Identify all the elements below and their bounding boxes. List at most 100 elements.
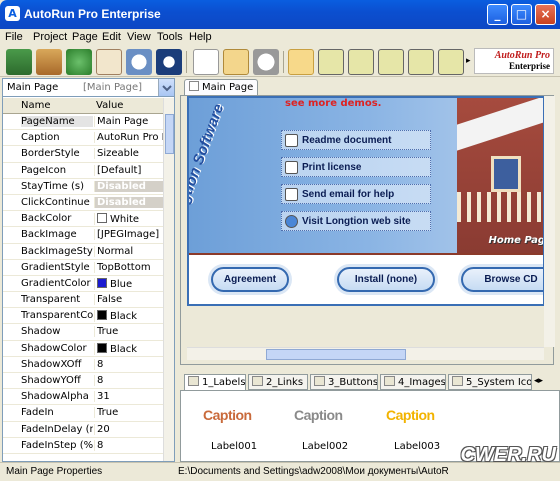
menu-view[interactable]: View — [127, 31, 151, 43]
tab-buttons[interactable]: 3_Buttons — [310, 374, 378, 390]
property-row[interactable]: BorderStyle Sizeable — [3, 146, 164, 163]
tab-system-icons[interactable]: 5_System Icor — [448, 374, 532, 390]
menu-file[interactable]: File — [5, 31, 23, 43]
open-project-icon[interactable] — [36, 49, 62, 75]
new-project-icon[interactable] — [6, 49, 32, 75]
close-button[interactable]: × — [535, 4, 556, 25]
link-readme[interactable]: Readme document — [281, 130, 431, 150]
property-value[interactable]: Sizeable — [94, 148, 164, 160]
label003-preview[interactable]: Caption — [386, 407, 435, 423]
property-row[interactable]: PageName Main Page — [3, 114, 164, 131]
brand-line1: AutoRun Pro — [494, 50, 550, 61]
copy-page-icon[interactable] — [223, 49, 249, 75]
build-icon[interactable] — [96, 49, 122, 75]
tab-links[interactable]: 2_Links — [248, 374, 308, 390]
property-row[interactable]: FadeInStep (%) 8 — [3, 438, 164, 454]
link-print-license[interactable]: Print license — [281, 157, 431, 177]
property-value[interactable]: False — [94, 294, 164, 306]
property-row[interactable]: ShadowXOff 8 — [3, 357, 164, 373]
property-row[interactable]: StayTime (s) Disabled — [3, 179, 164, 195]
new-page-icon[interactable] — [193, 49, 219, 75]
menu-project[interactable]: Project — [33, 31, 67, 43]
property-row[interactable]: Transparent False — [3, 292, 164, 309]
page-design-surface[interactable]: Longtion Software see more demos. Readme… — [187, 96, 545, 306]
app-icon[interactable]: A — [5, 6, 20, 21]
house-image[interactable] — [457, 98, 543, 253]
property-row[interactable]: ShadowAlpha (%) 31 — [3, 389, 164, 406]
property-row[interactable]: Shadow True — [3, 324, 164, 341]
canvas-vertical-scrollbar[interactable] — [544, 96, 555, 347]
canvas-horizontal-scrollbar[interactable] — [187, 347, 544, 360]
link-send-email[interactable]: Send email for help — [281, 184, 431, 204]
disc-icon[interactable] — [156, 49, 182, 75]
property-row[interactable]: ShadowYOff 8 — [3, 373, 164, 390]
maximize-button[interactable]: □ — [511, 4, 532, 25]
properties-scrollbar[interactable] — [163, 98, 174, 461]
property-name: ShadowYOff — [21, 375, 81, 386]
property-row[interactable]: GradientColor Blue — [3, 276, 164, 293]
tab-images[interactable]: 4_Images — [380, 374, 446, 390]
property-value[interactable]: White — [94, 213, 164, 226]
property-row[interactable]: FadeIn True — [3, 405, 164, 422]
agreement-button[interactable]: Agreement — [211, 267, 289, 292]
select-tool-icon[interactable] — [288, 49, 314, 75]
page-selector[interactable]: Main Page [Main Page] — [3, 79, 174, 97]
icon-tool-icon[interactable] — [438, 49, 464, 75]
property-value[interactable]: True — [94, 407, 164, 419]
property-row[interactable]: TransparentColor Black — [3, 308, 164, 325]
property-value[interactable]: 8 — [94, 358, 164, 370]
property-value[interactable]: True — [94, 326, 164, 338]
demos-link-text[interactable]: see more demos. — [285, 98, 381, 109]
property-row[interactable]: ShadowColor Black — [3, 341, 164, 357]
property-value[interactable]: Black — [94, 342, 164, 355]
scroll-thumb[interactable] — [165, 114, 174, 154]
property-value[interactable]: TopBottom — [94, 261, 164, 273]
property-row[interactable]: ClickContinue Disabled — [3, 195, 164, 212]
property-value[interactable]: Disabled — [94, 180, 164, 192]
search-icon[interactable] — [126, 49, 152, 75]
tab-scroll-arrows[interactable]: ◂▸ — [534, 376, 543, 386]
property-row[interactable]: BackColor White — [3, 211, 164, 228]
preview-page-icon[interactable] — [253, 49, 279, 75]
property-row[interactable]: FadeInDelay (ms) 20 — [3, 422, 164, 438]
browse-cd-button[interactable]: Browse CD — [461, 267, 543, 292]
property-value[interactable]: Normal — [94, 245, 164, 257]
label002-preview[interactable]: Caption — [294, 407, 343, 423]
property-row[interactable]: BackImage [JPEGImage] — [3, 227, 164, 244]
chevron-down-icon[interactable] — [158, 79, 174, 96]
image-tool-icon[interactable] — [408, 49, 434, 75]
scroll-thumb[interactable] — [266, 349, 406, 360]
install-button[interactable]: Install (none) — [337, 267, 435, 292]
tab-main-page[interactable]: Main Page — [184, 79, 259, 95]
property-value[interactable]: 8 — [94, 439, 164, 451]
link-tool-icon[interactable] — [348, 49, 374, 75]
property-value[interactable]: 31 — [94, 391, 164, 403]
tab-labels[interactable]: 1_Labels — [184, 374, 246, 390]
column-value-header[interactable]: Value — [96, 100, 123, 111]
property-value[interactable]: AutoRun Pro Er — [94, 132, 164, 144]
property-value[interactable]: Main Page — [94, 116, 164, 127]
property-row[interactable]: PageIcon [Default] — [3, 163, 164, 179]
property-value[interactable]: 8 — [94, 375, 164, 386]
property-value[interactable]: [Default] — [94, 164, 164, 176]
toolbar-more-icon[interactable]: ▸ — [466, 56, 471, 66]
property-row[interactable]: GradientStyle TopBottom — [3, 260, 164, 276]
label-tool-icon[interactable] — [318, 49, 344, 75]
button-tool-icon[interactable] — [378, 49, 404, 75]
property-value[interactable]: Blue — [94, 277, 164, 290]
column-name-header[interactable]: Name — [21, 100, 51, 111]
menu-tools[interactable]: Tools — [157, 31, 183, 43]
label001-preview[interactable]: Caption — [203, 407, 252, 423]
menu-edit[interactable]: Edit — [102, 31, 121, 43]
property-row[interactable]: BackImageStyle Normal — [3, 244, 164, 260]
menu-page[interactable]: Page — [72, 31, 98, 43]
menu-help[interactable]: Help — [189, 31, 212, 43]
property-value[interactable]: Black — [94, 310, 164, 323]
property-value[interactable]: Disabled — [94, 196, 164, 208]
link-visit-website[interactable]: Visit Longtion web site — [281, 211, 431, 231]
minimize-button[interactable]: _ — [487, 4, 508, 25]
property-value[interactable]: [JPEGImage] — [94, 229, 164, 241]
property-row[interactable]: Caption AutoRun Pro Er — [3, 130, 164, 147]
property-value[interactable]: 20 — [94, 423, 164, 435]
run-icon[interactable] — [66, 49, 92, 75]
